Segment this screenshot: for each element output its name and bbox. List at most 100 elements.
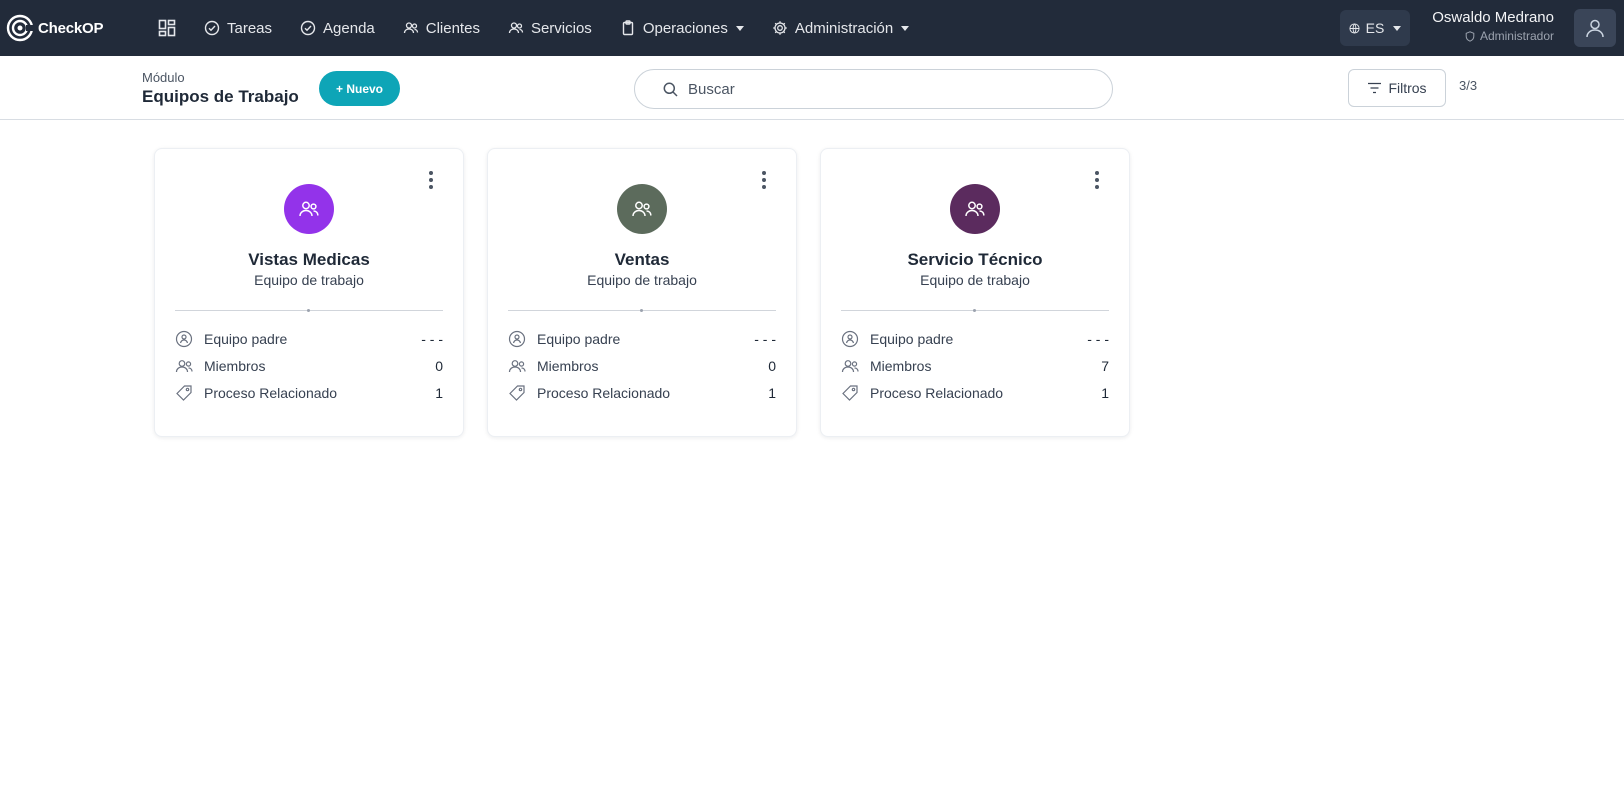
user-icon — [1586, 19, 1604, 38]
team-name: Servicio Técnico — [907, 250, 1043, 269]
related-process-label: Proceso Relacionado — [537, 385, 671, 401]
users-icon — [175, 360, 193, 373]
nav-item-operaciones[interactable]: Operaciones — [620, 20, 744, 37]
related-process-value: 1 — [1101, 385, 1109, 401]
filters-label: Filtros — [1388, 80, 1427, 96]
related-process-row: Proceso Relacionado 1 — [508, 383, 776, 403]
members-label: Miembros — [204, 358, 266, 374]
nav-item-administracion[interactable]: Administración — [772, 19, 910, 37]
clipboard-icon — [622, 20, 634, 36]
nav-item-label: Administración — [794, 19, 894, 37]
parent-team-value: - - - — [421, 331, 443, 347]
parent-team-icon — [175, 330, 193, 348]
members-value: 0 — [768, 358, 776, 374]
nav-item-label: Operaciones — [642, 19, 728, 37]
members-label: Miembros — [537, 358, 599, 374]
team-name: Ventas — [614, 250, 670, 269]
nav-item-label: Servicios — [530, 19, 592, 37]
tag-icon — [509, 385, 525, 401]
more-options-icon[interactable] — [426, 171, 436, 189]
team-type: Equipo de trabajo — [920, 272, 1030, 288]
top-navbar: CheckOP Tareas Agenda Clientes Servicios… — [0, 0, 1624, 56]
chevron-down-icon — [901, 25, 910, 31]
team-avatar — [950, 184, 1000, 234]
more-options-icon[interactable] — [1092, 171, 1102, 189]
members-row: Miembros 7 — [841, 356, 1109, 376]
team-type: Equipo de trabajo — [254, 272, 364, 288]
filters-button[interactable]: Filtros — [1348, 69, 1446, 107]
members-value: 7 — [1101, 358, 1109, 374]
search-bar[interactable] — [634, 69, 1113, 109]
members-row: Miembros 0 — [175, 356, 443, 376]
user-info[interactable]: Oswaldo Medrano Administrador — [1432, 9, 1554, 43]
language-selector[interactable]: ES — [1340, 10, 1410, 46]
related-process-label: Proceso Relacionado — [204, 385, 338, 401]
nav-item-tareas[interactable]: Tareas — [204, 20, 272, 37]
tag-icon — [842, 385, 858, 401]
related-process-label: Proceso Relacionado — [870, 385, 1004, 401]
app-logo[interactable]: CheckOP — [6, 10, 103, 46]
parent-team-icon — [841, 330, 859, 348]
check-circle-icon — [204, 20, 220, 36]
related-process-row: Proceso Relacionado 1 — [841, 383, 1109, 403]
new-button[interactable]: + Nuevo — [319, 71, 400, 106]
members-label: Miembros — [870, 358, 932, 374]
users-icon — [841, 360, 859, 373]
check-circle-icon — [300, 20, 316, 36]
team-card[interactable]: Servicio Técnico Equipo de trabajo Equip… — [820, 148, 1130, 437]
users-icon — [508, 22, 524, 34]
tag-icon — [176, 385, 192, 401]
module-label: Módulo — [142, 70, 185, 85]
nav-item-agenda[interactable]: Agenda — [300, 20, 375, 37]
parent-team-row: Equipo padre - - - — [175, 329, 443, 349]
nav-item-clientes[interactable]: Clientes — [403, 20, 480, 37]
team-icon — [965, 201, 985, 217]
nav-item-label: Clientes — [425, 19, 480, 37]
more-options-icon[interactable] — [759, 171, 769, 189]
dashboard-icon[interactable] — [158, 19, 176, 37]
parent-team-icon — [508, 330, 526, 348]
search-input[interactable] — [688, 80, 1068, 98]
card-divider — [508, 309, 776, 312]
language-code: ES — [1365, 20, 1385, 36]
parent-team-row: Equipo padre - - - — [508, 329, 776, 349]
team-type: Equipo de trabajo — [587, 272, 697, 288]
gear-icon — [773, 21, 787, 35]
parent-team-label: Equipo padre — [204, 331, 288, 347]
shield-icon — [1465, 30, 1475, 42]
user-role-label: Administrador — [1479, 29, 1554, 43]
related-process-value: 1 — [435, 385, 443, 401]
results-count: 3/3 — [1459, 78, 1478, 93]
nav-item-label: Agenda — [323, 19, 375, 37]
parent-team-label: Equipo padre — [537, 331, 621, 347]
parent-team-value: - - - — [754, 331, 776, 347]
parent-team-label: Equipo padre — [870, 331, 954, 347]
related-process-value: 1 — [768, 385, 776, 401]
filter-icon — [1368, 82, 1382, 94]
checkop-logo-icon — [6, 14, 34, 42]
team-icon — [632, 201, 652, 217]
card-divider — [841, 309, 1109, 312]
nav-item-servicios[interactable]: Servicios — [508, 20, 592, 37]
chevron-down-icon — [735, 25, 744, 31]
nav-item-label: Tareas — [227, 19, 273, 37]
page-title: Equipos de Trabajo — [142, 87, 299, 106]
team-name: Vistas Medicas — [248, 250, 370, 269]
parent-team-row: Equipo padre - - - — [841, 329, 1109, 349]
team-card[interactable]: Ventas Equipo de trabajo Equipo padre - … — [487, 148, 797, 437]
team-avatar — [617, 184, 667, 234]
team-icon — [299, 201, 319, 217]
user-name: Oswaldo Medrano — [1432, 9, 1554, 26]
members-row: Miembros 0 — [508, 356, 776, 376]
module-header: Módulo Equipos de Trabajo + Nuevo Filtro… — [0, 56, 1624, 120]
card-divider — [175, 309, 443, 312]
members-value: 0 — [435, 358, 443, 374]
users-icon — [508, 360, 526, 373]
user-avatar-button[interactable] — [1574, 9, 1616, 47]
globe-icon — [1349, 22, 1360, 34]
app-logo-text: CheckOP — [38, 19, 104, 37]
user-role: Administrador — [1432, 29, 1554, 43]
team-card[interactable]: Vistas Medicas Equipo de trabajo Equipo … — [154, 148, 464, 437]
related-process-row: Proceso Relacionado 1 — [175, 383, 443, 403]
chevron-down-icon — [1393, 25, 1402, 31]
